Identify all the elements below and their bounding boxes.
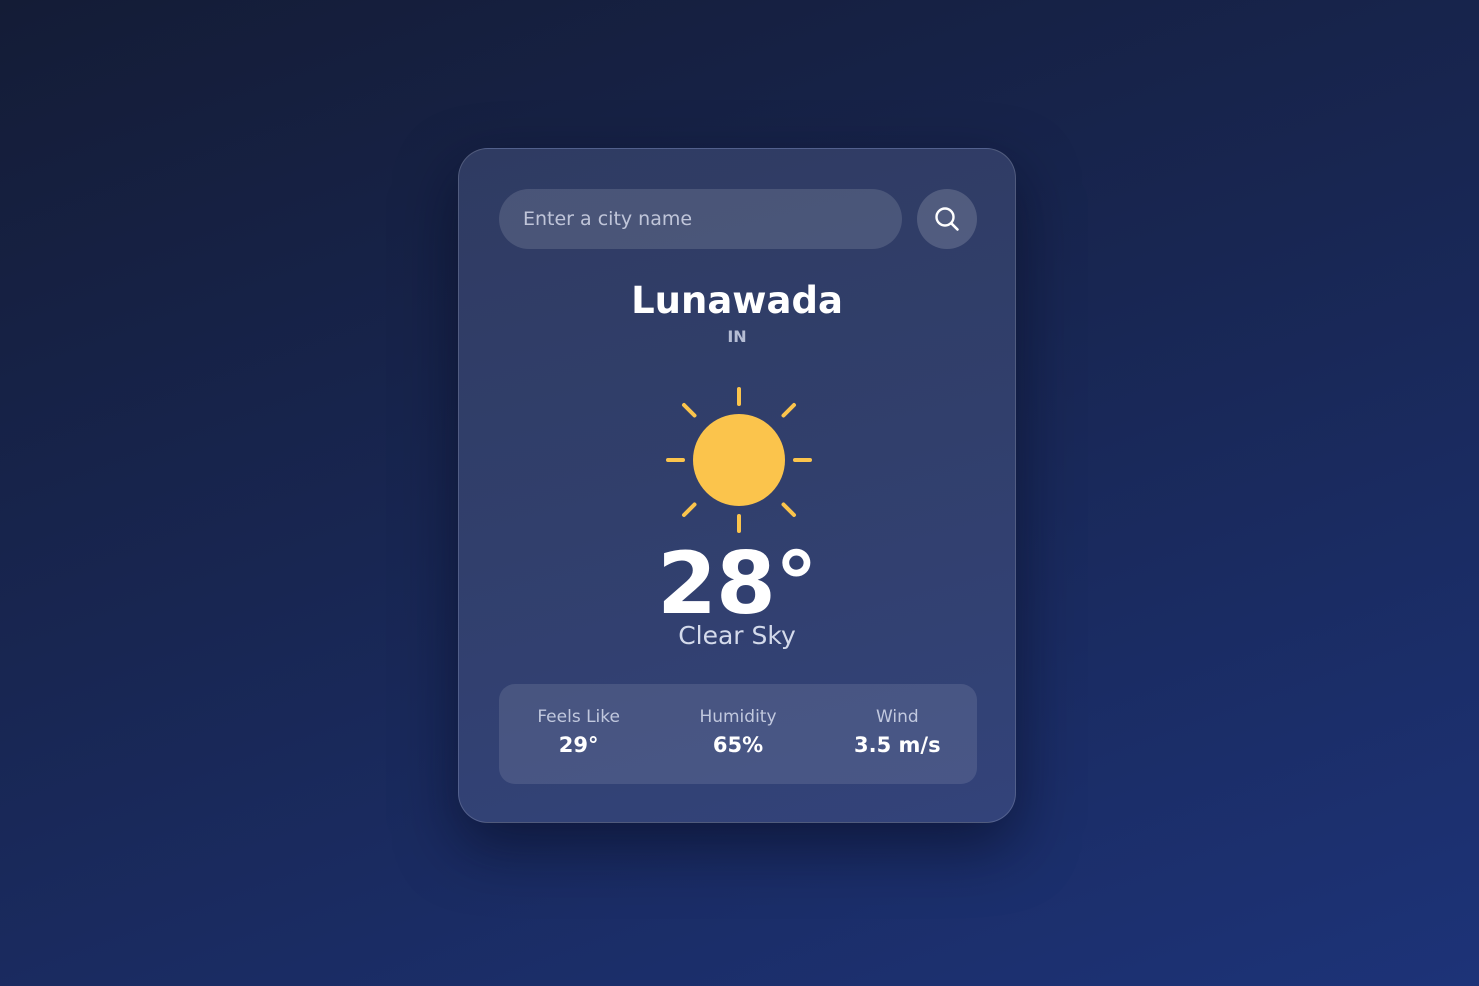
feels-like-value: 29° [558, 733, 599, 757]
feels-like-label: Feels Like [537, 707, 620, 727]
search-icon [935, 207, 959, 231]
wind-label: Wind [875, 707, 919, 727]
country-code: IN [727, 327, 747, 346]
weather-description: Clear Sky [678, 621, 796, 650]
humidity-value: 65% [712, 733, 764, 757]
wind-stat: Wind 3.5 m/s [818, 684, 977, 784]
weather-details-panel: Feels Like 29° Humidity 65% Wind 3.5 m/s [499, 684, 977, 784]
city-name: Lunawada [631, 279, 843, 322]
search-button[interactable] [917, 189, 977, 249]
sun-icon [666, 387, 812, 533]
temperature: 28° [657, 534, 818, 634]
humidity-stat: Humidity 65% [658, 684, 817, 784]
humidity-label: Humidity [699, 707, 777, 727]
wind-value: 3.5 m/s [854, 733, 941, 757]
weather-card: Lunawada IN 28° Clear Sky Feels Like 29°… [458, 148, 1016, 823]
feels-like-stat: Feels Like 29° [499, 684, 658, 784]
city-search-input[interactable] [499, 189, 902, 249]
